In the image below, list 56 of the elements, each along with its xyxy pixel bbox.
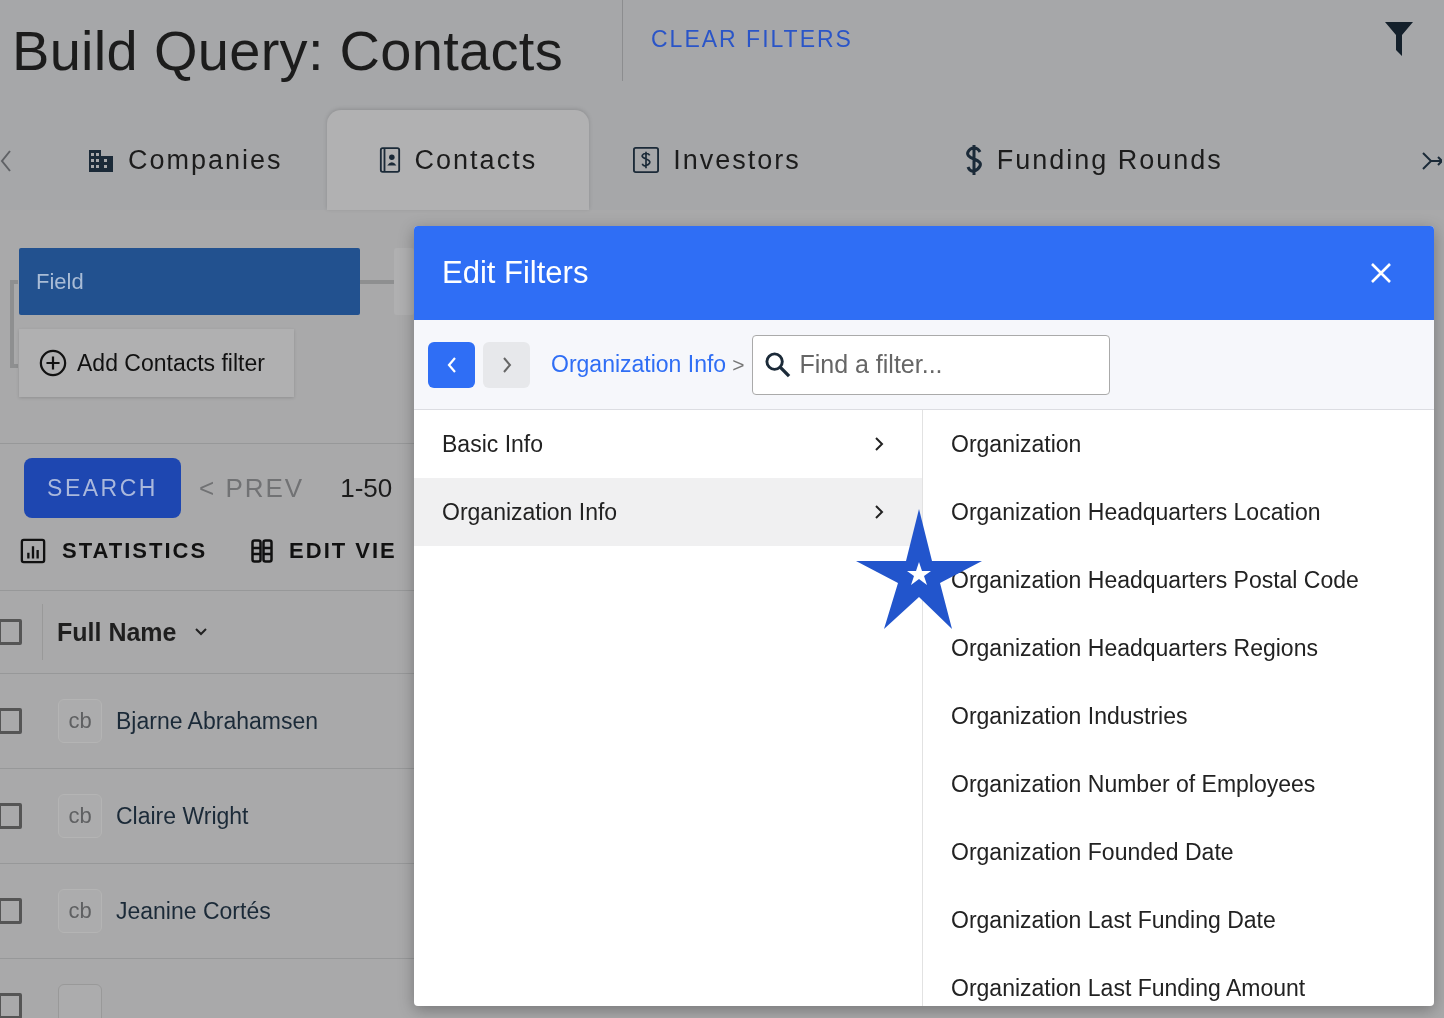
back-button[interactable]	[428, 341, 475, 388]
chevron-left-icon	[445, 355, 458, 374]
tab[interactable]: Funding Rounds	[844, 110, 1267, 210]
edit-view-button[interactable]: EDIT VIE	[251, 538, 397, 564]
avatar: cb	[58, 699, 102, 743]
tab[interactable]: Companies	[88, 110, 327, 210]
filter-icon[interactable]	[1384, 21, 1414, 57]
avatar: cb	[58, 794, 102, 838]
select-all-checkbox[interactable]	[0, 619, 22, 645]
contact-name[interactable]: Bjarne Abrahamsen	[116, 707, 318, 735]
filter-option[interactable]: Organization Number of Employees	[951, 750, 1359, 818]
columns-icon	[251, 539, 274, 563]
contact-name[interactable]: Claire Wright	[116, 802, 249, 830]
row-checkbox[interactable]	[0, 708, 22, 734]
page-title: Build Query: Contacts	[12, 17, 564, 83]
search-icon	[764, 350, 792, 378]
chevron-down-icon[interactable]	[194, 627, 209, 637]
chevron-right-icon	[874, 436, 884, 452]
bar-chart-icon	[20, 538, 46, 564]
filter-option[interactable]: Organization Headquarters Location	[951, 478, 1359, 546]
tab[interactable]: Investors	[589, 110, 845, 210]
filter-option[interactable]: Organization Headquarters Postal Code	[951, 546, 1359, 614]
filter-option[interactable]: Organization Founded Date	[951, 818, 1359, 886]
dialog-title: Edit Filters	[442, 255, 589, 291]
column-header[interactable]: Full Name	[57, 617, 177, 647]
category-item[interactable]: Organization Info	[414, 478, 922, 546]
row-checkbox[interactable]	[0, 803, 22, 829]
statistics-button[interactable]: STATISTICS	[20, 538, 208, 564]
breadcrumb-separator: >	[732, 352, 745, 377]
avatar: cb	[58, 889, 102, 933]
chevron-left-icon[interactable]	[0, 149, 12, 173]
filter-option[interactable]: Organization	[951, 410, 1359, 478]
contact-name[interactable]: Jeanine Cortés	[116, 897, 271, 925]
search-button[interactable]: SEARCH	[24, 458, 181, 518]
contact-book-icon	[378, 147, 401, 173]
filter-option[interactable]: Organization Industries	[951, 682, 1359, 750]
breadcrumb-link[interactable]: Organization Info	[551, 351, 727, 378]
dollar-box-icon	[633, 147, 660, 173]
row-checkbox[interactable]	[0, 898, 22, 924]
close-icon[interactable]	[1370, 262, 1392, 284]
plus-circle-icon	[39, 349, 67, 377]
chevron-right-icon	[874, 504, 884, 520]
page-range: 1-50	[340, 472, 393, 504]
forward-button[interactable]	[483, 341, 530, 388]
add-filter-button[interactable]: Add Contacts filter	[19, 329, 294, 397]
row-checkbox[interactable]	[0, 993, 22, 1018]
dollar-icon	[964, 144, 983, 176]
building-icon	[88, 148, 114, 172]
filter-search-field[interactable]: Find a filter...	[752, 334, 1111, 395]
filter-option[interactable]: Organization Last Funding Amount	[951, 954, 1359, 1006]
filter-option[interactable]: Organization Headquarters Regions	[951, 614, 1359, 682]
category-item[interactable]: Basic Info	[414, 410, 922, 478]
field-selector[interactable]: Field	[19, 248, 360, 315]
filter-option[interactable]: Organization Last Funding Date	[951, 886, 1359, 954]
tab[interactable]: Contacts	[326, 110, 590, 210]
chevron-right-icon	[500, 355, 513, 374]
